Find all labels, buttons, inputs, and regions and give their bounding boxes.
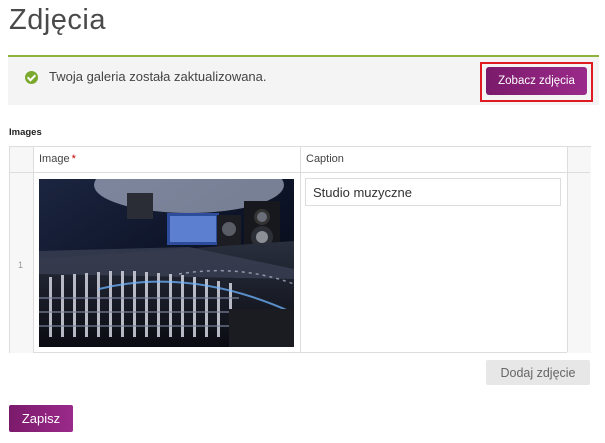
add-photo-button[interactable]: Dodaj zdjęcie bbox=[486, 360, 590, 385]
row-actions-column[interactable] bbox=[567, 147, 591, 353]
notice-message: Twoja galeria została zaktualizowana. bbox=[49, 69, 267, 84]
success-notice: Twoja galeria została zaktualizowana. Zo… bbox=[8, 55, 599, 105]
row-number: 1 bbox=[18, 260, 24, 270]
save-button[interactable]: Zapisz bbox=[9, 405, 73, 432]
row-number-column bbox=[10, 147, 33, 353]
image-column-header: Image * bbox=[39, 153, 76, 165]
view-photos-button[interactable]: Zobacz zdjęcia bbox=[486, 67, 587, 95]
check-circle-icon bbox=[25, 71, 38, 84]
studio-photo-image bbox=[39, 179, 294, 347]
images-section-label: Images bbox=[9, 127, 42, 138]
page-title: Zdjęcia bbox=[9, 4, 106, 36]
caption-input[interactable] bbox=[305, 178, 561, 206]
caption-column-header: Caption bbox=[306, 153, 344, 165]
images-table: Image * Caption 1 bbox=[9, 146, 591, 353]
studio-photo[interactable] bbox=[39, 179, 294, 347]
required-marker: * bbox=[71, 153, 76, 165]
